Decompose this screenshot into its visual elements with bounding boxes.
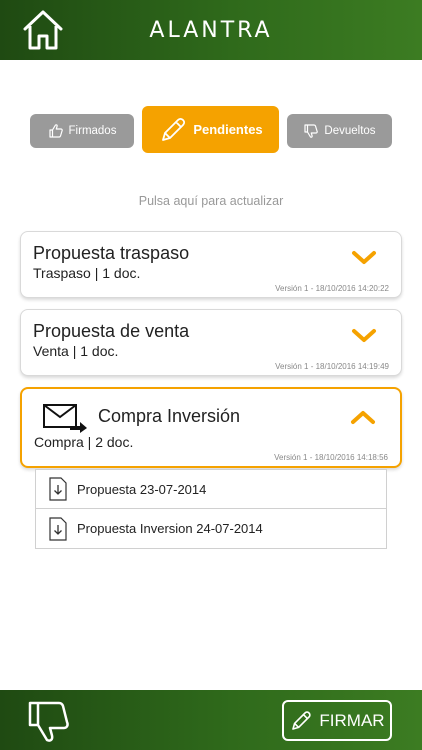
proposal-card-compra[interactable]: Compra Inversión Compra | 2 doc. Versión… [20, 387, 402, 468]
card-version: Versión 1 - 18/10/2016 14:20:22 [275, 284, 389, 293]
document-name: Propuesta Inversion 24-07-2014 [77, 521, 263, 536]
chevron-down-icon[interactable] [351, 328, 377, 344]
card-title: Propuesta traspaso [33, 243, 190, 263]
app-title: ALANTRA [149, 17, 273, 43]
sign-button[interactable]: FIRMAR [282, 700, 392, 741]
chevron-up-icon[interactable] [350, 409, 376, 425]
card-subtitle: Traspaso | 1 doc. [33, 265, 141, 281]
tab-label: Firmados [68, 125, 117, 137]
tab-pendientes[interactable]: Pendientes [142, 106, 279, 153]
document-list: Propuesta 23-07-2014 Propuesta Inversion… [35, 469, 387, 549]
top-bar: ALANTRA [0, 0, 422, 60]
bottom-bar: FIRMAR [0, 690, 422, 750]
document-name: Propuesta 23-07-2014 [77, 481, 207, 497]
refresh-link[interactable]: Pulsa aquí para actualizar [0, 194, 422, 208]
tab-firmados[interactable]: Firmados [30, 114, 134, 148]
card-title: Propuesta de venta [33, 321, 190, 341]
proposal-card-traspaso[interactable]: Propuesta traspaso Traspaso | 1 doc. Ver… [20, 231, 402, 298]
card-title: Compra Inversión [98, 406, 241, 426]
thumb-down-icon[interactable] [26, 698, 72, 744]
envelope-send-icon [43, 404, 87, 433]
tab-label: Devueltos [324, 125, 376, 137]
home-icon[interactable] [20, 7, 66, 53]
download-document-icon [49, 516, 67, 541]
thumb-down-icon [304, 124, 319, 138]
proposal-card-venta[interactable]: Propuesta de venta Venta | 1 doc. Versió… [20, 309, 402, 376]
tab-devueltos[interactable]: Devueltos [287, 114, 392, 148]
pencil-icon [292, 710, 312, 730]
card-version: Versión 1 - 18/10/2016 14:18:56 [274, 453, 388, 462]
thumb-up-icon [48, 124, 63, 138]
pencil-icon [162, 117, 186, 141]
card-subtitle: Compra | 2 doc. [34, 434, 134, 450]
card-version: Versión 1 - 18/10/2016 14:19:49 [275, 362, 389, 371]
tab-label: Pendientes [193, 122, 263, 137]
document-item[interactable]: Propuesta Inversion 24-07-2014 [35, 509, 387, 549]
status-tabs: Firmados Pendientes Devueltos [0, 106, 422, 154]
document-item[interactable]: Propuesta 23-07-2014 [35, 469, 387, 509]
card-subtitle: Venta | 1 doc. [33, 343, 119, 359]
download-document-icon [49, 477, 67, 501]
sign-label: FIRMAR [319, 710, 385, 730]
chevron-down-icon[interactable] [351, 250, 377, 266]
